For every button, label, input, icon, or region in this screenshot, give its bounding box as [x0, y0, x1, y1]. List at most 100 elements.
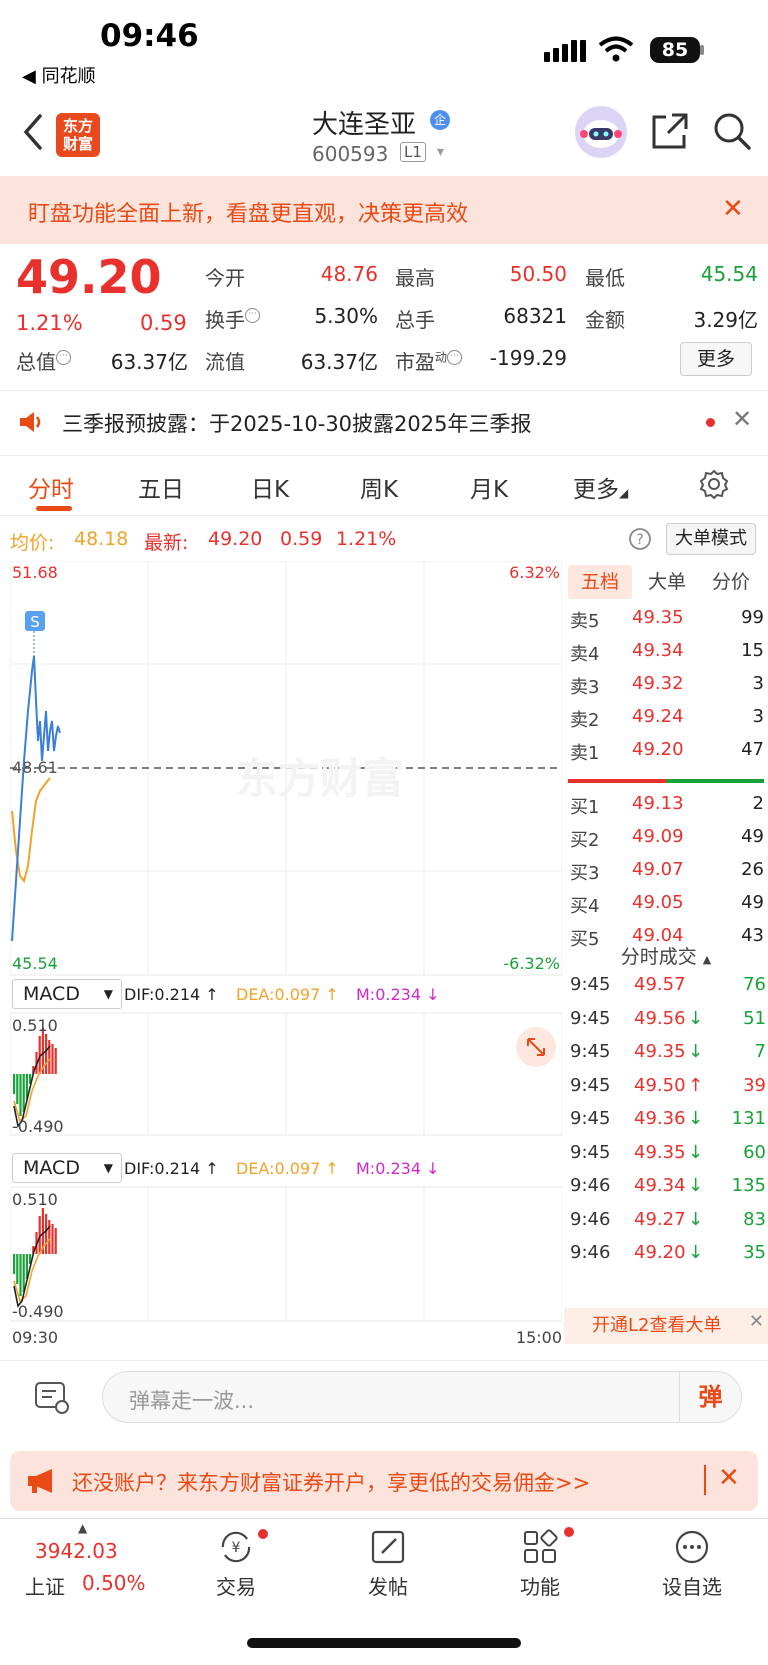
back-chevron-icon[interactable] [20, 112, 46, 152]
buy-price: 49.07 [632, 859, 684, 880]
info-icon[interactable]: ··· [245, 308, 260, 323]
index-ticker[interactable]: ▲ 3942.03 上证 0.50% [10, 1519, 160, 1619]
macd2-m: M:0.234 ↓ [356, 1159, 440, 1178]
trade-price: 49.35 [634, 1041, 686, 1062]
macd1-min: -0.490 [12, 1117, 64, 1136]
battery-cap [700, 45, 704, 55]
trade-direction-arrow: ↑ [688, 1074, 704, 1096]
info-icon[interactable]: ··· [56, 350, 71, 365]
sell-label: 卖5 [570, 611, 600, 632]
sell-label: 卖2 [570, 710, 600, 731]
comment-settings-icon[interactable] [34, 1381, 70, 1415]
trade-price: 49.35 [634, 1141, 686, 1163]
close-icon[interactable]: ✕ [722, 194, 744, 224]
trade-direction-arrow: ↓ [688, 1007, 704, 1029]
buy-price: 49.09 [632, 826, 684, 847]
notice-bar[interactable]: 三季报预披露：于2025-10-30披露2025年三季报 ✕ [0, 391, 768, 453]
macd-bar [19, 1254, 22, 1296]
trade-price: 49.57 [634, 974, 686, 995]
float-cap-label: 流值 [205, 350, 245, 374]
more-button[interactable]: 更多 [680, 342, 752, 376]
price-low-label: 45.54 [12, 954, 58, 973]
tab-big-orders[interactable]: 大单 [648, 565, 686, 599]
tab-weekly-k[interactable]: 周K [360, 470, 398, 504]
trade-volume: 51 [743, 1007, 766, 1029]
trade-volume: 7 [754, 1041, 766, 1062]
account-promo-banner[interactable]: 还没账户？来东方财富证券开户，享更低的交易佣金>> ✕ [10, 1451, 758, 1511]
trade-icon: ¥ [221, 1531, 251, 1563]
back-to-app-link[interactable]: ◀ 同花顺 [22, 62, 96, 88]
tick-trades: 分时成交 ▲ 9:45 49.57 76 9:45 49.56 ↓ 51 9:45 49.35 ↓… [564, 944, 768, 1344]
open-l2-button[interactable]: 开通L2查看大单 ✕ [564, 1308, 768, 1344]
feature-banner[interactable]: 盯盘功能全面上新，看盘更直观，决策更高效 ✕ [0, 176, 768, 244]
macd-bar [19, 1074, 22, 1116]
tab-five-day[interactable]: 五日 [138, 470, 184, 504]
tab-monthly-k[interactable]: 月K [470, 470, 508, 504]
tab-more[interactable]: 更多◢ [573, 470, 628, 504]
tab-five-levels[interactable]: 五档 [568, 565, 632, 599]
close-icon[interactable]: ✕ [718, 1463, 740, 1493]
high-label: 最高 [395, 266, 435, 290]
buy-label: 买1 [570, 797, 600, 818]
float-cap-value: 63.37亿 [300, 350, 378, 374]
macd-histogram-1 [13, 1028, 57, 1116]
level-dropdown-icon[interactable]: ▾ [437, 144, 444, 160]
stock-name[interactable]: 大连圣亚 [312, 104, 416, 141]
trade-time: 9:46 [570, 1242, 611, 1263]
macd-selector-1[interactable]: MACD ▼ [12, 979, 122, 1009]
index-value: 3942.03 [35, 1539, 118, 1563]
tab-intraday[interactable]: 分时 [28, 470, 74, 504]
sell-price: 49.35 [632, 607, 684, 628]
eastmoney-logo: 东方财富 [56, 113, 100, 157]
tab-daily-k[interactable]: 日K [251, 470, 289, 504]
danmu-placeholder: 弹幕走一波... [129, 1389, 255, 1413]
time-end: 15:00 [516, 1328, 562, 1347]
tab-price-dist[interactable]: 分价 [712, 565, 750, 599]
trades-title[interactable]: 分时成交 ▲ [564, 942, 768, 969]
intraday-chart[interactable]: 东方财富 S 51.68 6.32% 48.61 45.54 -6.32% 0.… [9, 560, 563, 1349]
help-icon[interactable]: ? [628, 527, 652, 551]
buy-row: 买1 49.13 2 [568, 793, 766, 826]
trade-volume: 76 [743, 974, 766, 995]
macd1-m: M:0.234 ↓ [356, 985, 440, 1004]
trade-row: 9:45 49.35 ↓ 7 [570, 1041, 766, 1076]
trade-time: 9:45 [570, 1007, 611, 1029]
macd2-dif: DIF:0.214 ↑ [124, 1159, 219, 1178]
macd-selector-2[interactable]: MACD ▼ [12, 1153, 122, 1183]
order-book: 五档 大单 分价 卖5 49.35 99 卖4 49.34 15 卖3 49.32 3 卖2 49.… [564, 561, 768, 950]
sell-row: 卖4 49.34 15 [568, 640, 766, 673]
macd-bar [45, 1214, 48, 1254]
big-order-mode-button[interactable]: 大单模式 [666, 523, 756, 555]
macd-bar [22, 1254, 25, 1292]
stock-code: 600593 [312, 142, 389, 166]
close-icon[interactable]: ✕ [732, 405, 752, 433]
trade-volume: 35 [743, 1242, 766, 1263]
macd-bar [51, 1224, 54, 1254]
sell-label: 卖1 [570, 743, 600, 764]
buy-volume: 2 [752, 793, 764, 814]
trade-price: 49.27 [634, 1208, 686, 1230]
trade-row: 9:46 49.27 ↓ 83 [570, 1209, 766, 1244]
search-icon[interactable] [712, 111, 752, 151]
gear-icon[interactable] [698, 468, 730, 500]
level-badge[interactable]: L1 [400, 142, 426, 162]
macd1-dif: DIF:0.214 ↑ [124, 985, 219, 1004]
trade-volume: 39 [743, 1074, 766, 1096]
close-icon[interactable]: ✕ [749, 1304, 764, 1340]
sell-row: 卖1 49.20 47 [568, 739, 766, 772]
ai-robot-avatar[interactable] [575, 106, 627, 158]
danmu-input[interactable]: 弹幕走一波... 弹 [102, 1371, 742, 1423]
notice-text: 三季报预披露：于2025-10-30披露2025年三季报 [62, 412, 532, 436]
speaker-icon [20, 412, 41, 432]
macd-bar [48, 1040, 51, 1074]
enterprise-badge: 企 [430, 110, 450, 130]
expand-icon[interactable] [516, 1027, 556, 1067]
share-icon[interactable] [650, 111, 690, 151]
macd-bar [45, 1034, 48, 1074]
stock-header: 东方财富 大连圣亚 企 600593 L1 ▾ [0, 94, 768, 176]
info-icon[interactable]: ··· [447, 350, 463, 365]
pe-value: -199.29 [489, 346, 567, 370]
danmu-button[interactable]: 弹 [679, 1372, 741, 1422]
buy-row: 买4 49.05 49 [568, 892, 766, 925]
buy-price: 49.13 [632, 793, 684, 814]
